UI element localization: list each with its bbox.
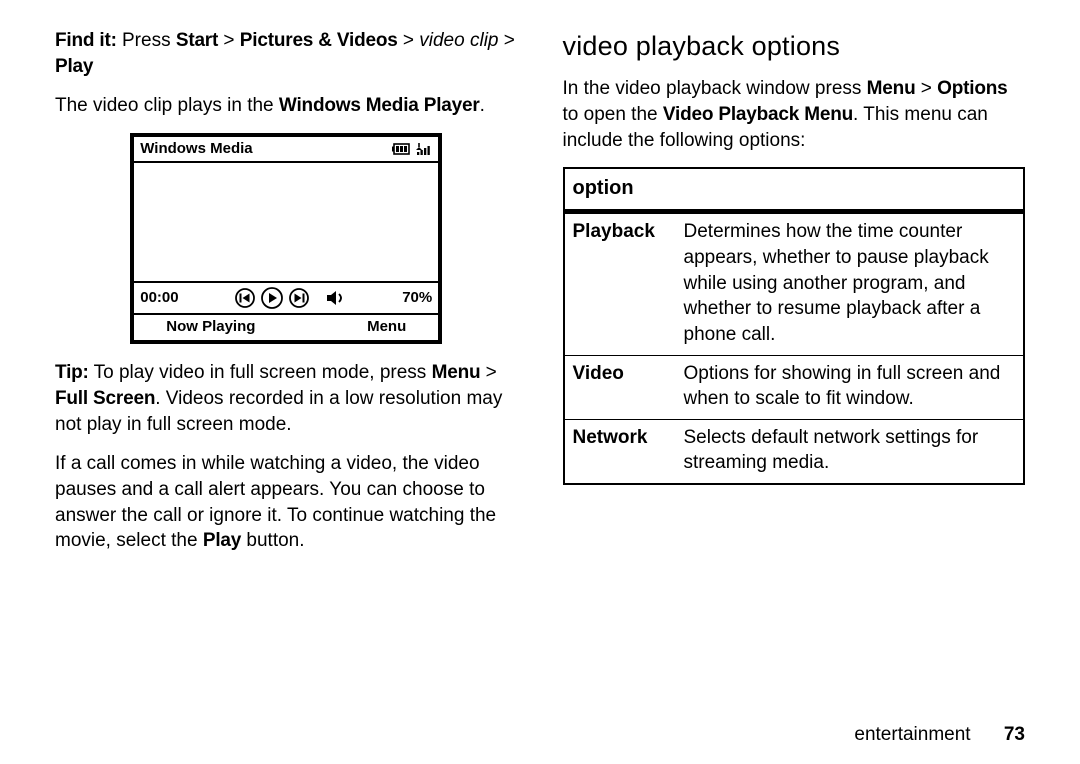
plays-in-a: The video clip plays in the — [55, 95, 279, 116]
battery-icon — [392, 143, 412, 155]
path-video-clip: video clip — [419, 30, 498, 51]
opt-key: Video — [564, 355, 676, 419]
next-icon — [288, 287, 310, 309]
phone-screenshot: Windows Media 00:00 70 — [130, 133, 442, 345]
find-it-line: Find it: Press Start > Pictures & Videos… — [55, 28, 518, 79]
intro-b: to open the — [563, 104, 663, 125]
signal-icon — [416, 143, 432, 155]
softkey-left: Now Playing — [166, 317, 255, 337]
plays-in-line: The video clip plays in the Windows Medi… — [55, 93, 518, 119]
call-play: Play — [203, 530, 241, 551]
call-b: button. — [241, 530, 304, 551]
phone-controls: 00:00 70% — [134, 281, 438, 313]
phone-video-area — [134, 161, 438, 281]
play-icon — [260, 286, 284, 310]
gt2: > — [398, 30, 420, 51]
transport-controls — [234, 286, 346, 310]
path-start: Start — [176, 30, 218, 51]
opt-val: Determines how the time counter appears,… — [676, 212, 1025, 355]
intro-vpm: Video Playback Menu — [663, 104, 853, 125]
table-row: Video Options for showing in full screen… — [564, 355, 1025, 419]
path-play: Play — [55, 56, 93, 77]
softkey-right: Menu — [367, 317, 406, 337]
section-heading: video playback options — [563, 28, 1026, 64]
manual-page: Find it: Press Start > Pictures & Videos… — [0, 0, 1080, 764]
phone-time: 00:00 — [140, 288, 178, 308]
page-number: 73 — [1004, 724, 1025, 745]
options-table: option Playback Determines how the time … — [563, 167, 1026, 485]
tip-a: To play video in full screen mode, press — [89, 362, 432, 383]
intro-gt: > — [915, 78, 937, 99]
status-icons — [392, 143, 432, 155]
prev-icon — [234, 287, 256, 309]
tip-label: Tip: — [55, 362, 89, 383]
intro-a: In the video playback window press — [563, 78, 867, 99]
intro-options: Options — [937, 78, 1007, 99]
intro-paragraph: In the video playback window press Menu … — [563, 76, 1026, 153]
opt-val: Selects default network settings for str… — [676, 419, 1025, 484]
plays-in-c: . — [480, 95, 485, 116]
phone-softkeys: Now Playing Menu — [134, 313, 438, 340]
table-header: option — [564, 168, 1025, 212]
speaker-icon — [326, 290, 346, 306]
two-column-layout: Find it: Press Start > Pictures & Videos… — [55, 28, 1025, 568]
opt-key: Playback — [564, 212, 676, 355]
path-pictures-videos: Pictures & Videos — [240, 30, 398, 51]
gt1: > — [218, 30, 240, 51]
left-column: Find it: Press Start > Pictures & Videos… — [55, 28, 518, 568]
phone-titlebar: Windows Media — [134, 137, 438, 161]
call-paragraph: If a call comes in while watching a vide… — [55, 451, 518, 554]
footer-section: entertainment — [854, 724, 970, 745]
intro-menu: Menu — [867, 78, 916, 99]
find-it-label: Find it: — [55, 30, 117, 51]
table-header-row: option — [564, 168, 1025, 212]
find-it-press: Press — [117, 30, 176, 51]
table-row: Network Selects default network settings… — [564, 419, 1025, 484]
phone-volume: 70% — [402, 288, 432, 308]
page-footer: entertainment 73 — [854, 724, 1025, 746]
table-row: Playback Determines how the time counter… — [564, 212, 1025, 355]
plays-in-wmp: Windows Media Player — [279, 95, 480, 116]
tip-paragraph: Tip: To play video in full screen mode, … — [55, 360, 518, 437]
opt-key: Network — [564, 419, 676, 484]
tip-gt: > — [480, 362, 496, 383]
phone-title: Windows Media — [140, 139, 252, 159]
tip-menu: Menu — [432, 362, 481, 383]
right-column: video playback options In the video play… — [563, 28, 1026, 568]
tip-fullscreen: Full Screen — [55, 388, 155, 409]
gt3: > — [498, 30, 514, 51]
opt-val: Options for showing in full screen and w… — [676, 355, 1025, 419]
